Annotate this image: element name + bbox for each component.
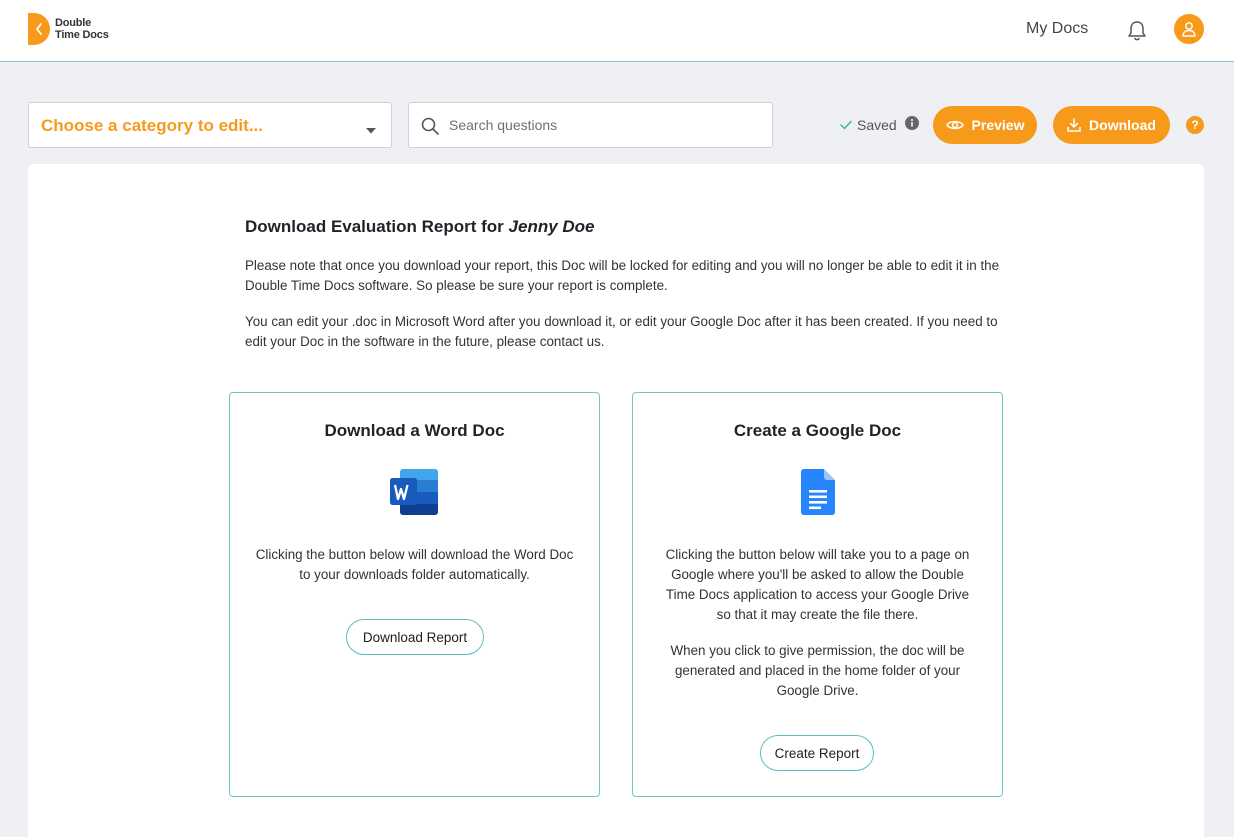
saved-status: Saved xyxy=(840,116,919,133)
nav-my-docs-link[interactable]: My Docs xyxy=(1026,20,1088,38)
category-select[interactable]: Choose a category to edit... xyxy=(28,102,392,148)
category-select-label: Choose a category to edit... xyxy=(41,116,263,135)
download-button[interactable]: Download xyxy=(1053,106,1170,144)
search-box[interactable] xyxy=(408,102,773,148)
top-header: Double Time Docs My Docs xyxy=(0,0,1234,62)
word-doc-card: Download a Word Doc Clicking the button … xyxy=(229,392,600,797)
logo-line1: Double xyxy=(55,17,92,29)
help-icon[interactable]: ? xyxy=(1186,116,1204,134)
google-doc-card: Create a Google Doc Clicking the button … xyxy=(632,392,1003,797)
saved-label: Saved xyxy=(857,116,897,133)
check-icon xyxy=(840,117,852,133)
logo-line2: Time Docs xyxy=(55,29,109,41)
preview-button[interactable]: Preview xyxy=(933,106,1037,144)
word-card-description: Clicking the button below will download … xyxy=(255,547,574,582)
info-icon[interactable] xyxy=(904,116,919,133)
client-name: Jenny Doe xyxy=(508,217,595,236)
edit-note: You can edit your .doc in Microsoft Word… xyxy=(245,314,998,349)
word-doc-icon xyxy=(389,469,440,520)
word-card-heading: Download a Word Doc xyxy=(324,421,505,440)
title-prefix: Download Evaluation Report for xyxy=(245,217,504,236)
google-doc-icon xyxy=(800,469,835,520)
logo-text: Double Time Docs xyxy=(55,17,109,41)
download-label: Download xyxy=(1089,117,1156,133)
main-panel: Download Evaluation Report for Jenny Doe… xyxy=(28,164,1204,837)
chevron-left-icon[interactable] xyxy=(28,13,50,45)
eye-icon xyxy=(945,120,964,130)
create-report-button[interactable]: Create Report xyxy=(760,735,874,771)
preview-label: Preview xyxy=(971,117,1025,133)
search-input[interactable] xyxy=(449,113,759,137)
caret-down-icon xyxy=(365,122,377,140)
google-card-permission-note: When you click to give permission, the d… xyxy=(670,643,965,698)
google-card-description: Clicking the button below will take you … xyxy=(665,547,970,622)
user-avatar[interactable] xyxy=(1174,14,1204,44)
google-card-heading: Create a Google Doc xyxy=(733,421,902,440)
app-logo[interactable]: Double Time Docs xyxy=(28,13,109,45)
lock-note: Please note that once you download your … xyxy=(245,258,1000,293)
download-report-button[interactable]: Download Report xyxy=(346,619,484,655)
page-title: Download Evaluation Report for Jenny Doe xyxy=(245,217,595,237)
search-icon xyxy=(420,116,440,141)
bell-icon[interactable] xyxy=(1127,20,1147,47)
user-icon xyxy=(1182,22,1196,37)
download-icon xyxy=(1067,118,1081,132)
